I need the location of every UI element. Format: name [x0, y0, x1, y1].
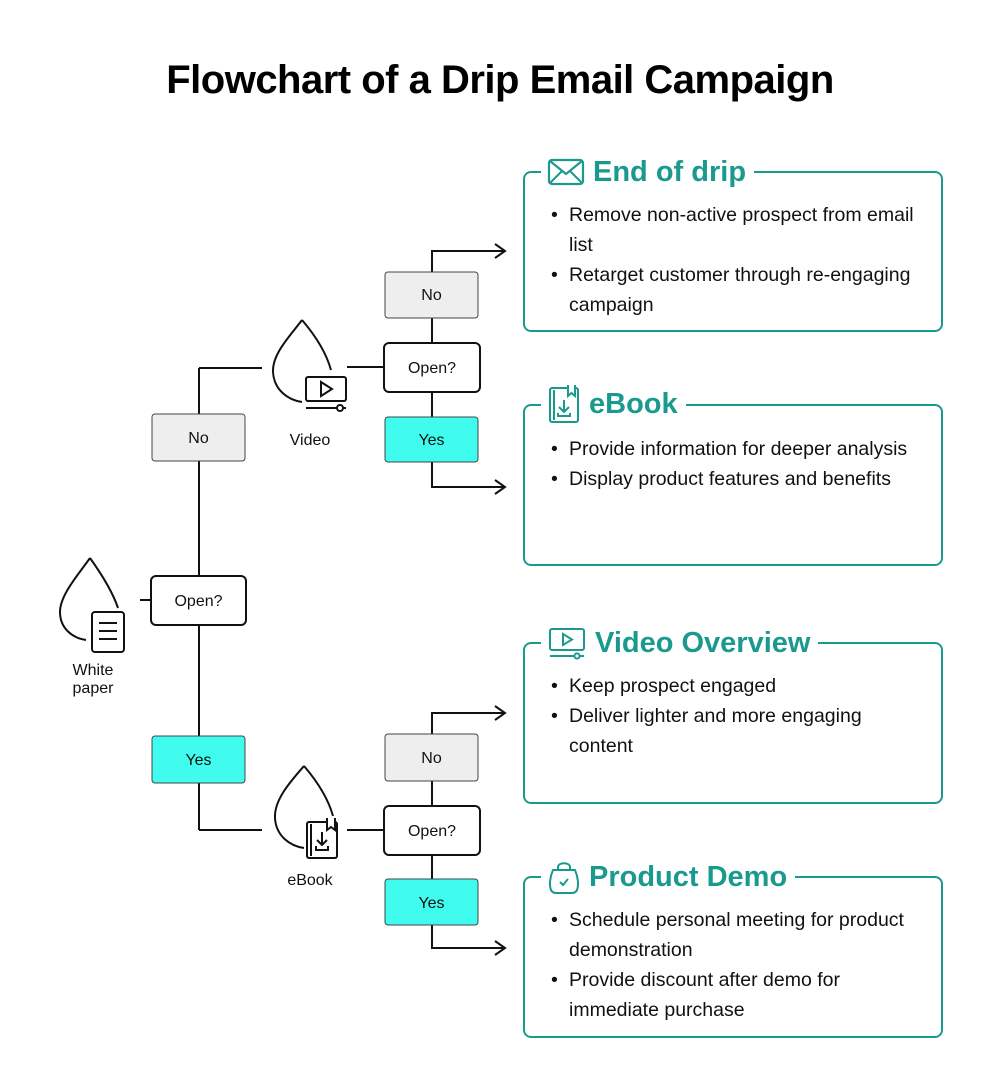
outcome-card-product-demo: Schedule personal meeting for product de…: [523, 876, 943, 1038]
ebook-icon: [549, 385, 579, 423]
label-line: White: [72, 662, 114, 679]
svg-text:Open?: Open?: [408, 823, 456, 840]
label-line: paper: [72, 680, 114, 697]
outcome-header-ebook: eBook: [541, 383, 686, 425]
document-icon: [91, 611, 125, 653]
arrow-to-ebook: [431, 462, 505, 488]
bullet-item: Display product features and benefits: [549, 464, 929, 494]
outcome-header-product-demo: Product Demo: [541, 858, 796, 896]
arrow-to-product-demo: [431, 925, 505, 949]
shopping-bag-icon: [548, 862, 580, 894]
outcome-card-end-of-drip: Remove non-active prospect from email li…: [523, 171, 943, 332]
svg-text:No: No: [421, 287, 442, 304]
decision-open-ebook: Open?: [383, 805, 481, 856]
ebook-label: eBook: [287, 872, 333, 889]
outcome-header-video-overview: Video Overview: [541, 624, 819, 662]
ebook-icon: [306, 818, 338, 859]
white-paper-node: [58, 557, 125, 653]
drop-icon: [271, 319, 303, 403]
arrow-to-video-overview: [431, 712, 505, 734]
svg-text:Yes: Yes: [185, 752, 211, 769]
bullet-item: Deliver lighter and more engaging conten…: [549, 701, 929, 761]
svg-text:Open?: Open?: [174, 593, 222, 610]
video-icon: [305, 376, 347, 412]
no-box-video: No: [384, 271, 479, 319]
drop-icon: [273, 765, 305, 849]
decision-open-video: Open?: [383, 342, 481, 393]
bullet-item: Provide discount after demo for immediat…: [549, 965, 929, 1025]
svg-text:No: No: [188, 430, 209, 447]
svg-text:Yes: Yes: [418, 895, 444, 912]
outcome-title: End of drip: [593, 155, 747, 188]
ebook-node: [273, 765, 338, 859]
yes-box-ebook: Yes: [384, 878, 479, 926]
outcome-title: Product Demo: [589, 860, 788, 893]
bullet-item: Provide information for deeper analysis: [549, 434, 929, 464]
white-paper-label: White paper: [50, 662, 136, 698]
video-node: [271, 319, 347, 412]
arrow-to-end-of-drip: [431, 250, 505, 272]
yes-box-main: Yes: [151, 735, 246, 784]
bullet-item: Retarget customer through re-engaging ca…: [549, 260, 929, 320]
bullet-item: Keep prospect engaged: [549, 671, 929, 701]
bullet-item: Schedule personal meeting for product de…: [549, 905, 929, 965]
video-label: Video: [289, 432, 331, 449]
outcome-title: Video Overview: [595, 626, 811, 659]
svg-text:No: No: [421, 750, 442, 767]
no-box-main: No: [151, 413, 246, 462]
no-box-ebook: No: [384, 733, 479, 782]
video-icon: [549, 628, 585, 660]
outcome-card-video-overview: Keep prospect engaged Deliver lighter an…: [523, 642, 943, 804]
mail-icon: [547, 158, 585, 186]
outcome-card-ebook: Provide information for deeper analysis …: [523, 404, 943, 566]
bullet-item: Remove non-active prospect from email li…: [549, 200, 929, 260]
svg-text:Open?: Open?: [408, 360, 456, 377]
decision-open-whitepaper: Open?: [150, 575, 247, 626]
svg-text:Yes: Yes: [418, 432, 444, 449]
yes-box-video: Yes: [384, 416, 479, 463]
drop-icon: [58, 557, 91, 641]
outcome-header-end-of-drip: End of drip: [541, 153, 755, 191]
outcome-title: eBook: [589, 387, 678, 420]
